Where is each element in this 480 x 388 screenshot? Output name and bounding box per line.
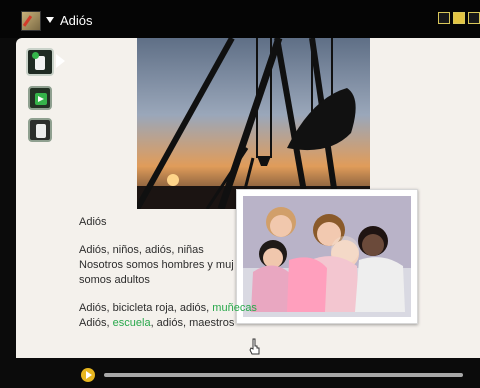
dropdown-icon[interactable] <box>46 17 54 23</box>
mode-icon-1[interactable] <box>438 12 450 24</box>
swing-photo <box>137 38 370 209</box>
story-line: Adiós, escuela, adiós, maestros <box>79 316 389 331</box>
story-text: Adiós Adiós, niños, adiós, niñas Nosotro… <box>79 215 389 331</box>
page-icon <box>36 124 46 138</box>
app-window: Adiós Adiós Adiós, niños, adiós, niñas N… <box>0 0 480 388</box>
book-icon <box>32 52 45 70</box>
pen-icon <box>22 15 33 27</box>
story-line: somos adultos <box>79 274 150 286</box>
story-text-segment: , adiós, maestros <box>150 317 235 329</box>
top-controls <box>438 12 480 24</box>
play-button[interactable] <box>81 368 95 382</box>
swing-photo-svg <box>137 38 370 209</box>
story-line: Adiós, bicicleta roja, adiós, muñecas <box>79 301 389 316</box>
book-tool-button[interactable] <box>26 48 54 76</box>
left-toolbar <box>22 42 65 142</box>
story-line: Nosotros somos hombres y muj <box>79 259 234 271</box>
story-heading: Adiós <box>79 216 107 228</box>
mode-icon-3[interactable] <box>468 12 480 24</box>
mode-icon-2[interactable] <box>453 12 465 24</box>
badge-dot <box>32 52 39 59</box>
page-title: Adiós <box>60 13 93 28</box>
progress-track[interactable] <box>104 373 463 377</box>
arrow-right-icon <box>56 54 65 68</box>
story-text-segment: Adiós, bicicleta roja, adiós, <box>79 302 213 314</box>
sound-icon <box>35 93 47 105</box>
audio-progress <box>81 366 463 382</box>
highlighted-word-munecas[interactable]: muñecas <box>212 302 257 314</box>
story-text-segment: Adiós, <box>79 317 113 329</box>
title-bar: Adiós <box>0 0 480 38</box>
sound-tool-button[interactable] <box>28 86 52 110</box>
app-icon[interactable] <box>21 11 41 31</box>
story-line: Adiós, niños, adiós, niñas <box>79 244 204 256</box>
page-tool-button[interactable] <box>28 118 52 142</box>
hand-cursor-icon <box>249 338 260 355</box>
highlighted-word-escuela[interactable]: escuela <box>113 317 151 329</box>
